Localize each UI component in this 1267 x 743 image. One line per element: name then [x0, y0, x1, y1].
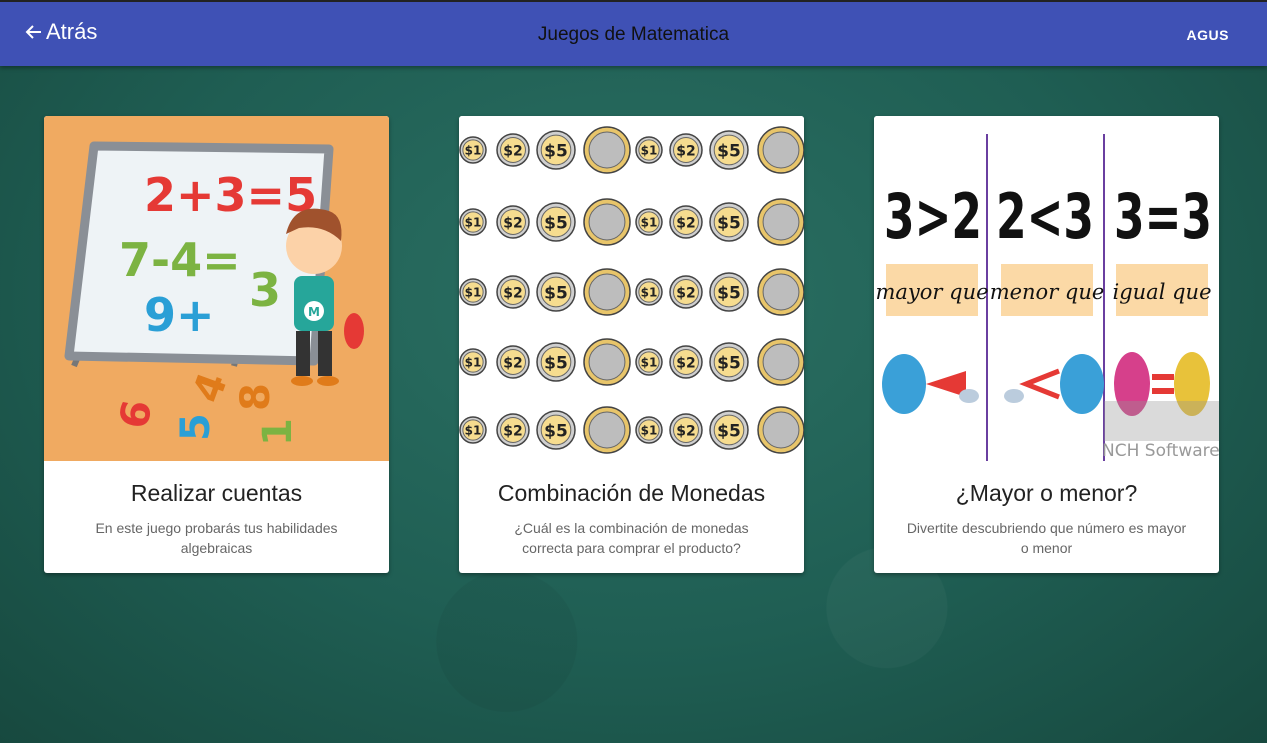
coin-label: $2	[676, 286, 695, 302]
coin-face	[588, 131, 626, 169]
card-description: ¿Cuál es la combinación de monedas corre…	[514, 520, 749, 556]
board-digit: 7-4=	[119, 233, 241, 287]
coin-label: $1	[641, 356, 658, 370]
coin-face	[762, 131, 800, 169]
watermark-text: NCH Software	[1102, 441, 1219, 461]
coin-face	[762, 273, 800, 311]
coin-label: $2	[503, 286, 522, 302]
coin-label: $2	[503, 144, 522, 160]
coin-label: $1	[641, 286, 658, 300]
coin-label: $2	[676, 424, 695, 440]
comparison-label: menor que	[990, 280, 1105, 304]
floor-digit: 1	[255, 418, 301, 446]
coin-label: $2	[676, 144, 695, 160]
coins-image: $1 $2 $5 $1 $2 $5 $1 $2 $5 $1 $2 $5 $1 $2 $5 $1 $2 $5 $1 $2…	[459, 116, 804, 461]
math-board-image: 2+3=5 7-4= 9+ 3 M 6 5 4 8 1	[44, 116, 389, 461]
coin-label: $5	[544, 284, 568, 304]
shirt-letter: M	[308, 305, 320, 319]
coin-label: $1	[641, 144, 658, 158]
board-digit: 3	[249, 263, 281, 317]
coin-face	[762, 203, 800, 241]
coin-label: $5	[717, 354, 741, 374]
floor-digit: 8	[233, 383, 279, 411]
coin-label: $1	[465, 424, 482, 438]
coin-label: $5	[544, 214, 568, 234]
game-card-combinacion-monedas[interactable]: $1 $2 $5 $1 $2 $5 $1 $2 $5 $1 $2 $5 $1 $2 $5 $1 $2 $5 $1 $2…	[459, 116, 804, 573]
card-description: Divertite descubriendo que número es may…	[906, 520, 1187, 556]
card-title: Combinación de Monedas	[497, 480, 766, 506]
comparison-expression: 3=3	[1114, 180, 1212, 253]
coin-face	[588, 411, 626, 449]
comparison-image: 3>2 2<3 3=3 mayor que menor que igual qu…	[874, 116, 1219, 461]
card-title: ¿Mayor o menor?	[955, 480, 1138, 506]
coin-label: $1	[465, 216, 482, 230]
coin-label: $5	[544, 142, 568, 162]
comparison-expression: 2<3	[996, 180, 1094, 253]
game-card-realizar-cuentas[interactable]: 2+3=5 7-4= 9+ 3 M 6 5 4 8 1 Realizar cue…	[44, 116, 389, 573]
app-bar: Atrás Juegos de Matematica AGUS	[0, 0, 1267, 66]
coin-label: $2	[503, 216, 522, 232]
card-description: En este juego probarás tus habilidades a…	[95, 520, 338, 556]
coin-label: $1	[465, 286, 482, 300]
coin-face	[588, 273, 626, 311]
coin-face	[588, 343, 626, 381]
coin-label: $1	[641, 424, 658, 438]
page-title: Juegos de Matematica	[537, 24, 730, 45]
card-title: Realizar cuentas	[130, 480, 303, 506]
coin-label: $5	[717, 284, 741, 304]
comparison-expression: 3>2	[884, 180, 982, 253]
coin-label: $1	[465, 356, 482, 370]
coin-face	[762, 411, 800, 449]
coin-label: $5	[717, 142, 741, 162]
coin-face	[762, 343, 800, 381]
comparison-label: igual que	[1113, 280, 1212, 304]
coin-label: $5	[544, 354, 568, 374]
user-button[interactable]: AGUS	[1187, 27, 1229, 43]
game-card-mayor-menor[interactable]: 3>2 2<3 3=3 mayor que menor que igual qu…	[874, 116, 1219, 573]
coin-label: $1	[641, 216, 658, 230]
coin-label: $5	[717, 214, 741, 234]
coin-label: $2	[676, 216, 695, 232]
coin-label: $2	[676, 356, 695, 372]
coin-face	[588, 203, 626, 241]
coin-label: $5	[717, 422, 741, 442]
coin-label: $5	[544, 422, 568, 442]
board-digit: 2+3=5	[144, 168, 317, 222]
board-digit: 9+	[144, 288, 215, 342]
floor-digit: 5	[173, 413, 219, 441]
coin-label: $2	[503, 356, 522, 372]
comparison-label: mayor que	[875, 280, 988, 304]
coin-label: $2	[503, 424, 522, 440]
coin-label: $1	[465, 144, 482, 158]
